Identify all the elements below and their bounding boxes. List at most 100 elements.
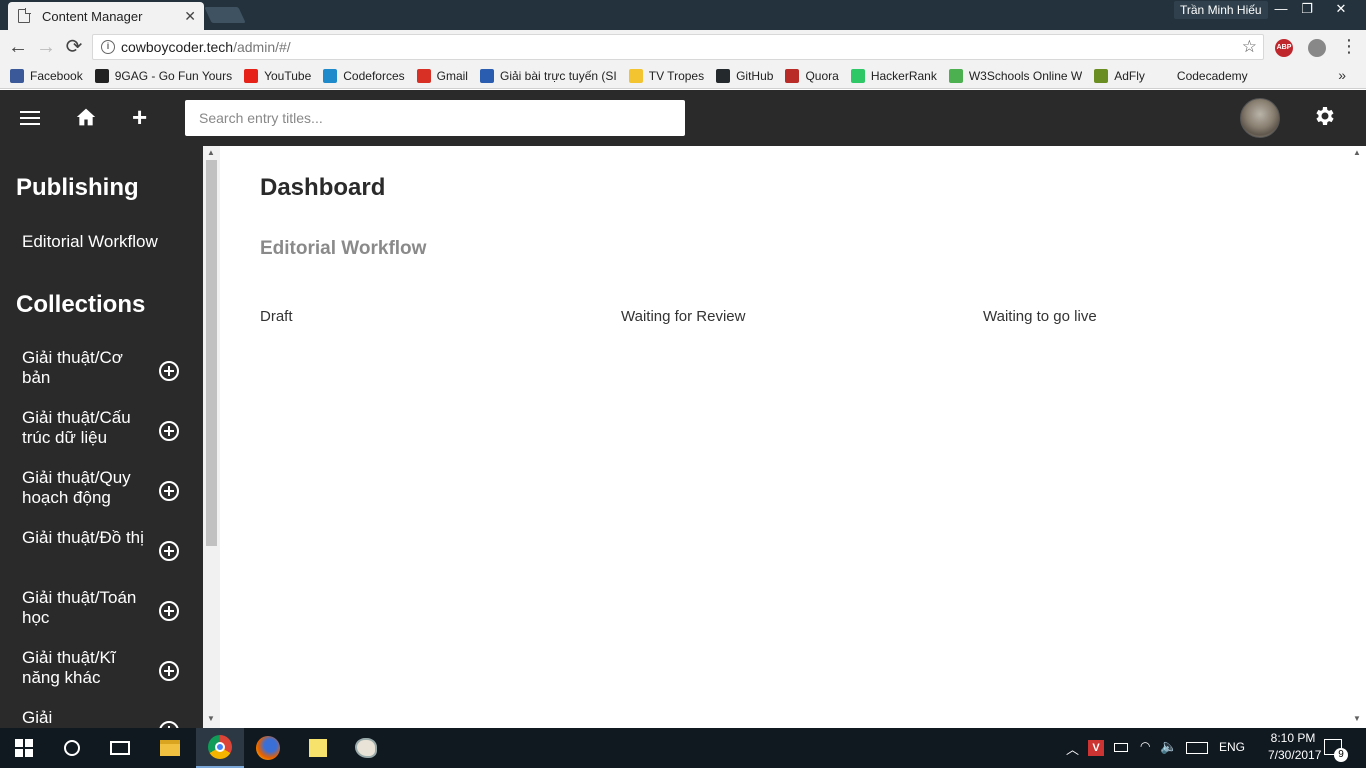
restore-button[interactable]: ❐ xyxy=(1292,0,1322,18)
info-icon[interactable]: i xyxy=(101,40,115,54)
new-tab-button[interactable] xyxy=(204,7,246,23)
bookmark-item[interactable]: Facebook xyxy=(10,69,83,83)
add-entry-icon[interactable] xyxy=(159,421,179,441)
wifi-icon[interactable]: ◠ xyxy=(1140,739,1150,753)
bookmark-favicon-icon xyxy=(94,69,109,83)
bookmark-item[interactable]: Quora xyxy=(785,69,839,83)
reload-button[interactable]: ⟳ xyxy=(62,35,86,59)
collection-label: Giải thuật/Quy hoạch động xyxy=(22,468,131,507)
bookmark-item[interactable]: TV Tropes xyxy=(628,69,704,83)
language-indicator[interactable]: ENG xyxy=(1219,740,1245,754)
paint-button[interactable] xyxy=(342,728,390,768)
bookmark-favicon-icon xyxy=(948,69,963,83)
firefox-taskbar-button[interactable] xyxy=(244,728,292,768)
bookmark-label: GitHub xyxy=(736,69,774,83)
add-entry-icon[interactable] xyxy=(159,481,179,501)
menu-icon[interactable] xyxy=(20,111,40,125)
scroll-up-icon[interactable]: ▲ xyxy=(1353,148,1361,157)
bookmark-favicon-icon xyxy=(850,69,865,83)
bookmark-favicon-icon xyxy=(244,69,259,83)
extension-icon[interactable] xyxy=(1308,39,1326,57)
bookmark-favicon-icon xyxy=(785,69,800,83)
browser-tab[interactable]: Content Manager ✕ xyxy=(8,2,204,30)
forward-button[interactable]: → xyxy=(34,35,58,59)
add-entry-icon[interactable] xyxy=(159,541,179,561)
section-subtitle: Editorial Workflow xyxy=(260,238,427,259)
scrollbar-thumb[interactable] xyxy=(206,160,217,546)
volume-icon[interactable]: 🔈 xyxy=(1160,738,1177,755)
settings-gear-icon[interactable] xyxy=(1312,104,1336,128)
collection-label: Giải thuật/Cấu trúc dữ liệu xyxy=(22,408,131,447)
folder-icon xyxy=(160,740,180,756)
tray-expand-icon[interactable]: ︿ xyxy=(1066,739,1079,758)
keyboard-icon[interactable] xyxy=(1186,742,1208,754)
address-bar[interactable]: i cowboycoder.tech /admin/#/ ☆ xyxy=(92,34,1264,60)
task-view-icon xyxy=(110,741,130,755)
url-path: /admin/#/ xyxy=(233,39,291,55)
sidebar-collection-item[interactable]: Giải thuật/Toán học xyxy=(22,588,192,638)
file-explorer-button[interactable] xyxy=(146,728,194,768)
column-waiting-to-go-live: Waiting to go live xyxy=(983,308,1097,325)
bookmark-item[interactable]: Gmail xyxy=(416,69,468,83)
search-button[interactable] xyxy=(48,728,96,768)
battery-icon[interactable] xyxy=(1114,743,1128,752)
home-icon[interactable] xyxy=(76,107,96,127)
bookmarks-overflow-icon[interactable]: » xyxy=(1338,67,1346,83)
bookmark-item[interactable]: W3Schools Online W xyxy=(948,69,1082,83)
collection-label: Giải thuật/Toán học xyxy=(22,588,137,627)
new-entry-icon[interactable]: + xyxy=(132,102,147,133)
browser-menu-icon[interactable]: ⋮ xyxy=(1340,36,1358,57)
tray-app-icon[interactable]: V xyxy=(1088,740,1104,756)
start-button[interactable] xyxy=(0,728,48,768)
clock[interactable]: 8:10 PM 7/30/2017 xyxy=(1268,730,1321,764)
avatar[interactable] xyxy=(1240,98,1280,138)
back-button[interactable]: ← xyxy=(6,35,30,59)
column-draft: Draft xyxy=(260,308,293,325)
adblock-extension-icon[interactable]: ABP xyxy=(1275,39,1293,57)
bookmark-favicon-icon xyxy=(416,69,431,83)
sidebar-item-editorial-workflow[interactable]: Editorial Workflow xyxy=(22,232,158,252)
profile-button[interactable]: Trần Minh Hiếu xyxy=(1174,1,1268,19)
bookmark-item[interactable]: Codeforces xyxy=(323,69,405,83)
scroll-down-icon[interactable]: ▼ xyxy=(207,714,215,723)
firefox-icon xyxy=(256,736,280,760)
chrome-taskbar-button[interactable] xyxy=(196,728,244,768)
bookmark-label: Giải bài trực tuyến (SI xyxy=(499,69,617,83)
add-entry-icon[interactable] xyxy=(159,661,179,681)
collection-label: Giải thuật/Kĩ năng khác xyxy=(22,648,116,687)
scroll-down-icon[interactable]: ▼ xyxy=(1353,714,1361,723)
bookmark-item[interactable]: HackerRank xyxy=(850,69,937,83)
cortana-icon xyxy=(64,740,80,756)
sticky-notes-button[interactable] xyxy=(294,728,342,768)
sidebar-collection-item[interactable]: Giải thuật/Cơ bản xyxy=(22,348,192,398)
bookmark-item[interactable]: YouTube xyxy=(244,69,311,83)
app-header: + xyxy=(0,90,1366,146)
paint-icon xyxy=(355,738,377,758)
bookmark-item[interactable]: 9GAG - Go Fun Yours xyxy=(94,69,232,83)
sidebar-collection-item[interactable]: Giải thuật/Kĩ năng khác xyxy=(22,648,192,698)
add-entry-icon[interactable] xyxy=(159,721,179,728)
bookmark-star-icon[interactable]: ☆ xyxy=(1242,37,1257,57)
bookmark-item[interactable]: GitHub xyxy=(716,69,773,83)
bookmark-favicon-icon xyxy=(323,69,338,83)
sidebar-collection-item[interactable]: Giải thuật/Đồ thị xyxy=(22,528,192,578)
search-input[interactable] xyxy=(185,100,685,136)
task-view-button[interactable] xyxy=(96,728,144,768)
sidebar-collection-item[interactable]: Giải thuật/Cấu trúc dữ liệu xyxy=(22,408,192,458)
browser-toolbar: ← → ⟳ i cowboycoder.tech /admin/#/ ☆ xyxy=(0,30,1366,64)
sidebar-collection-item[interactable]: Giải thuật/Quy hoạch động xyxy=(22,468,192,518)
tab-close-icon[interactable]: ✕ xyxy=(184,8,196,25)
bookmark-item[interactable]: Codecademy xyxy=(1156,69,1248,83)
bookmark-item[interactable]: Giải bài trực tuyến (SI xyxy=(479,69,617,83)
page-scrollbar[interactable]: ▲ ▼ xyxy=(1349,146,1366,728)
bookmarks-bar: Facebook 9GAG - Go Fun Yours YouTube Codefo… xyxy=(0,64,1366,89)
scroll-up-icon[interactable]: ▲ xyxy=(207,148,215,157)
add-entry-icon[interactable] xyxy=(159,361,179,381)
collections-heading: Collections xyxy=(16,291,146,318)
sidebar-collection-item[interactable]: Giải xyxy=(22,708,192,728)
sidebar-scrollbar[interactable]: ▲ ▼ xyxy=(203,146,220,728)
add-entry-icon[interactable] xyxy=(159,601,179,621)
close-window-button[interactable]: ✕ xyxy=(1326,0,1356,18)
bookmark-label: HackerRank xyxy=(870,69,937,83)
bookmark-item[interactable]: AdFly xyxy=(1094,69,1145,83)
